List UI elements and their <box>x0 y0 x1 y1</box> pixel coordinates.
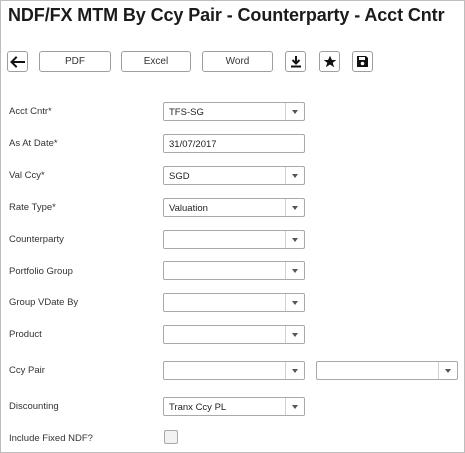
excel-button[interactable]: Excel <box>121 51 191 72</box>
group-vdate-by-select[interactable] <box>163 293 305 312</box>
rate-type-value: Valuation <box>169 203 208 214</box>
chevron-down-icon[interactable] <box>285 294 304 311</box>
counterparty-select[interactable] <box>163 230 305 249</box>
ccy-pair-select-2[interactable] <box>316 361 458 380</box>
portfolio-group-label: Portfolio Group <box>9 266 73 277</box>
chevron-down-icon[interactable] <box>285 231 304 248</box>
chevron-down-icon[interactable] <box>285 262 304 279</box>
val-ccy-value: SGD <box>169 171 190 182</box>
acct-cntr-label: Acct Cntr* <box>9 106 52 117</box>
discounting-value: Tranx Ccy PL <box>169 402 227 413</box>
ccy-pair-label: Ccy Pair <box>9 365 45 376</box>
ccy-pair-select-1[interactable] <box>163 361 305 380</box>
report-panel: NDF/FX MTM By Ccy Pair - Counterparty - … <box>0 0 465 453</box>
group-vdate-by-label: Group VDate By <box>9 297 79 308</box>
acct-cntr-value: TFS-SG <box>169 107 204 118</box>
chevron-down-icon[interactable] <box>285 199 304 216</box>
chevron-down-icon[interactable] <box>285 362 304 379</box>
chevron-down-icon[interactable] <box>285 103 304 120</box>
rate-type-label: Rate Type* <box>9 202 56 213</box>
pdf-button[interactable]: PDF <box>39 51 111 72</box>
save-button[interactable] <box>352 51 373 72</box>
page-title: NDF/FX MTM By Ccy Pair - Counterparty - … <box>8 5 445 25</box>
discounting-label: Discounting <box>9 401 59 412</box>
chevron-down-icon[interactable] <box>285 398 304 415</box>
download-icon <box>290 55 302 68</box>
as-at-date-value: 31/07/2017 <box>169 139 217 150</box>
portfolio-group-select[interactable] <box>163 261 305 280</box>
word-button[interactable]: Word <box>202 51 273 72</box>
floppy-disk-icon <box>356 55 369 68</box>
as-at-date-label: As At Date* <box>9 138 58 149</box>
product-label: Product <box>9 329 42 340</box>
star-icon <box>323 55 337 69</box>
val-ccy-select[interactable]: SGD <box>163 166 305 185</box>
chevron-down-icon[interactable] <box>285 167 304 184</box>
counterparty-label: Counterparty <box>9 234 64 245</box>
acct-cntr-select[interactable]: TFS-SG <box>163 102 305 121</box>
val-ccy-label: Val Ccy* <box>9 170 45 181</box>
as-at-date-input[interactable]: 31/07/2017 <box>163 134 305 153</box>
chevron-down-icon[interactable] <box>285 326 304 343</box>
include-fixed-ndf-checkbox[interactable] <box>164 430 178 444</box>
include-fixed-ndf-label: Include Fixed NDF? <box>9 433 93 444</box>
discounting-select[interactable]: Tranx Ccy PL <box>163 397 305 416</box>
rate-type-select[interactable]: Valuation <box>163 198 305 217</box>
product-select[interactable] <box>163 325 305 344</box>
chevron-down-icon[interactable] <box>438 362 457 379</box>
back-button[interactable] <box>7 51 28 72</box>
download-button[interactable] <box>285 51 306 72</box>
favorite-button[interactable] <box>319 51 340 72</box>
arrow-left-icon <box>10 55 25 68</box>
